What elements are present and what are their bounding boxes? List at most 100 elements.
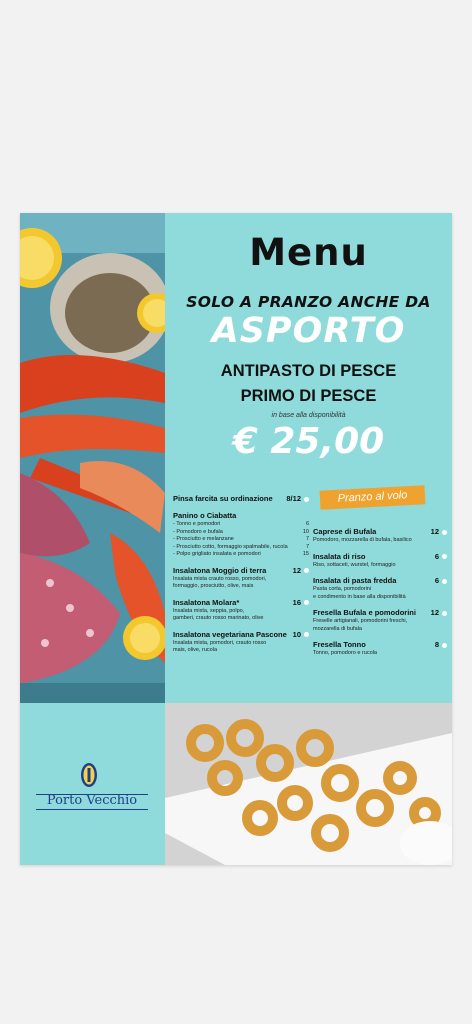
menu-item-description: Insalata mista crauto rosso, pomodori, (173, 576, 309, 584)
menu-item-price: 6 (435, 576, 447, 586)
menu-item-left-0: Pinsa farcita su ordinazione 8/12 (173, 494, 309, 504)
description-text: Pomodoro, mozzarella di bufala, basilico (313, 537, 412, 543)
offer-line-primo: PRIMO DI PESCE (240, 387, 377, 405)
description-text: formaggio, prosciutto, olive, mais (173, 583, 254, 589)
menu-item-description: mozzarella di bufala (313, 626, 447, 634)
menu-item-description: - Prosciutto cotto, formaggio spalmabile… (173, 544, 309, 552)
menu-item-right-0: Caprese di Bufala 12 (313, 527, 447, 537)
logo-rule-bottom (36, 809, 148, 810)
seafood-photo (20, 213, 165, 703)
menu-item-price: 12 (431, 527, 447, 537)
price-value: 12 (430, 608, 439, 617)
menu-item-description: - Pomodoro e bufala 10 (173, 529, 309, 537)
menu-item-name: Insalatona Moggio di terra (173, 565, 267, 575)
menu-item-name: Fresella Tonno (313, 640, 366, 649)
price-value: 12 (292, 565, 301, 575)
description-text: Freselle artigianali, pomodorini freschi… (313, 618, 408, 624)
menu-item-price: 12 (293, 566, 309, 576)
menu-item-name: Insalatona Molara* (173, 597, 240, 607)
fried-calamari-photo (165, 703, 452, 865)
menu-item-name: Insalata di riso (313, 551, 366, 561)
menu-item-left-2: Insalatona Moggio di terra 12 (173, 566, 309, 576)
description-price: 10 (302, 528, 309, 535)
menu-title: Menu (249, 231, 368, 274)
menu-item-description: Freselle artigianali, pomodorini freschi… (313, 618, 447, 626)
price-dot-icon (442, 642, 447, 648)
price-value: 8 (434, 640, 439, 649)
menu-item-price: 6 (435, 552, 447, 562)
price-value: 12 (430, 527, 439, 536)
price-dot-icon (442, 610, 447, 616)
menu-item-description: Riso, sottaceti, wurstel, formaggio (313, 562, 447, 570)
menu-item-right-2: Insalata di pasta fredda 6 (313, 576, 447, 586)
description-text: - Polpo grigliato insalata e pomodori (173, 551, 261, 557)
description-price: 6 (305, 521, 309, 527)
menu-item-price: 8/12 (286, 494, 309, 504)
asporto-heading: ASPORTO (211, 311, 406, 351)
description-text: Insalata mista crauto rosso, pomodori, (173, 575, 267, 582)
price-dot-icon (304, 496, 309, 502)
availability-note: in base alla disponibilità (271, 412, 346, 419)
menu-item-description: Pomodoro, mozzarella di bufala, basilico (313, 537, 447, 545)
description-text: e condimento in base alla disponibilità (313, 593, 406, 600)
menu-content: Menu SOLO A PRANZO ANCHE DA ASPORTO ANTI… (165, 213, 452, 703)
menu-item-right-4: Fresella Tonno 8 (313, 640, 447, 650)
menu-item-description: Insalata mista, seppia, polpo, (173, 608, 309, 616)
menu-item-description: gamberi, crauto rosso marinato, olive (173, 615, 309, 623)
price-dot-icon (442, 529, 447, 535)
menu-item-description: formaggio, prosciutto, olive, mais (173, 583, 309, 591)
description-text: mais, olive, rucola (173, 647, 218, 653)
price-value: 6 (434, 551, 439, 561)
description-text: - Pomodoro e bufala (173, 528, 223, 535)
description-price: 7 (305, 543, 309, 550)
menu-item-description: - Prosciutto e melanzane 7 (173, 536, 309, 544)
tagline: SOLO A PRANZO ANCHE DA (186, 293, 431, 311)
price-dot-icon (304, 568, 309, 573)
description-text: Tonno, pomodoro e rucola (313, 650, 377, 656)
menu-flyer: Menu SOLO A PRANZO ANCHE DA ASPORTO ANTI… (20, 213, 452, 865)
menu-item-price: 16 (293, 598, 309, 608)
menu-item-description: - Polpo grigliato insalata e pomodori 15 (173, 551, 309, 559)
menu-item-left-4: Insalatona vegetariana Pascone 10 (173, 630, 309, 640)
price-value: 8/12 (286, 494, 301, 503)
description-text: Insalata mista, pomodori, crauto rosso (173, 639, 267, 646)
description-price: 7 (305, 536, 309, 542)
menu-item-description: mais, olive, rucola (173, 647, 309, 655)
logo-text: Porto Vecchio (46, 793, 138, 808)
menu-item-description: Insalata mista, pomodori, crauto rosso (173, 640, 309, 648)
description-text: Pasta corta, pomodorini (313, 586, 372, 592)
menu-item-name: Pinsa farcita su ordinazione (173, 494, 273, 503)
price-dot-icon (442, 578, 447, 584)
menu-item-left-3: Insalatona Molara* 16 (173, 598, 309, 608)
offer-price: € 25,00 (232, 421, 385, 462)
menu-item-description: e condimento in base alla disponibilità (313, 594, 447, 602)
description-text: - Prosciutto cotto, formaggio spalmabile… (173, 543, 288, 550)
menu-item-price: 12 (431, 608, 447, 618)
price-value: 6 (434, 576, 439, 585)
description-text: gamberi, crauto rosso marinato, olive (173, 615, 264, 621)
price-value: 16 (292, 597, 301, 607)
price-dot-icon (304, 632, 309, 637)
price-value: 10 (292, 629, 301, 639)
description-text: Insalata mista, seppia, polpo, (173, 607, 245, 614)
offer-line-antipasto: ANTIPASTO DI PESCE (220, 362, 397, 380)
menu-item-left-1: Panino o Ciabatta (173, 511, 309, 521)
menu-item-price: 8 (435, 640, 447, 650)
menu-item-right-1: Insalata di riso 6 (313, 552, 447, 562)
menu-item-name: Caprese di Bufala (313, 527, 377, 536)
description-text: mozzarella di bufala (313, 625, 362, 632)
menu-item-name: Panino o Ciabatta (173, 511, 237, 520)
right-menu-column: Caprese di Bufala 12 Pomodoro, mozzarella … (313, 527, 447, 658)
left-menu-column: Pinsa farcita su ordinazione 8/12 Panino o… (173, 494, 309, 655)
lighthouse-emblem-icon (81, 763, 97, 787)
price-dot-icon (442, 554, 447, 559)
logo-area: Porto Vecchio (20, 703, 165, 865)
price-dot-icon (304, 600, 309, 605)
description-text: Riso, sottaceti, wurstel, formaggio (313, 561, 396, 568)
pranzo-al-volo-banner: Pranzo al volo (319, 485, 426, 510)
menu-item-description: - Tonno e pomodori 6 (173, 521, 309, 529)
description-text: - Prosciutto e melanzane (173, 536, 234, 542)
menu-item-right-3: Fresella Bufala e pomodorini 12 (313, 608, 447, 618)
description-price: 15 (302, 551, 309, 557)
menu-item-name: Insalatona vegetariana Pascone (173, 629, 287, 639)
